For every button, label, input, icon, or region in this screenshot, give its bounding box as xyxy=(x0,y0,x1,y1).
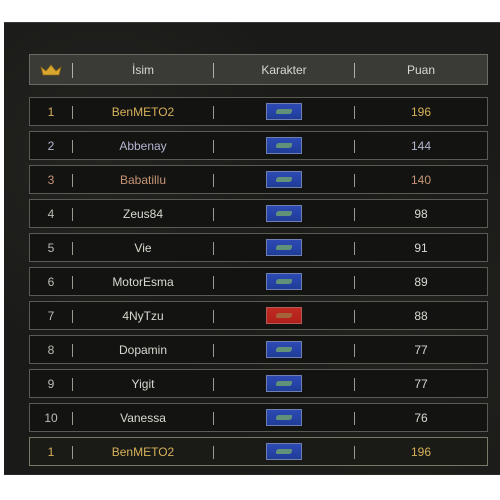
ranking-header: İsim Karakter Puan xyxy=(29,54,488,85)
player-name[interactable]: Vanessa xyxy=(120,411,166,425)
player-name[interactable]: BenMETO2 xyxy=(112,445,174,459)
player-name[interactable]: MotorEsma xyxy=(112,275,173,289)
player-name[interactable]: Vie xyxy=(134,241,151,255)
empire-flag-icon xyxy=(266,205,302,222)
empire-flag-icon xyxy=(266,307,302,324)
rank-number: 1 xyxy=(47,444,55,459)
player-name[interactable]: 4NyTzu xyxy=(122,309,163,323)
column-header-character[interactable]: Karakter xyxy=(214,55,354,84)
empire-flag-icon xyxy=(266,273,302,290)
column-header-name[interactable]: İsim xyxy=(73,55,213,84)
empire-flag-icon xyxy=(266,137,302,154)
ranking-row[interactable]: 2 Abbenay 144 xyxy=(29,131,488,160)
rank-number: 7 xyxy=(47,308,55,323)
rank-number: 6 xyxy=(47,274,55,289)
rank-number: 4 xyxy=(47,206,55,221)
points-value: 89 xyxy=(414,274,428,289)
empire-flag-icon xyxy=(266,409,302,426)
player-name[interactable]: Dopamin xyxy=(119,343,167,357)
player-name[interactable]: BenMETO2 xyxy=(112,105,174,119)
rank-number: 1 xyxy=(47,104,55,119)
rank-number: 3 xyxy=(47,172,55,187)
ranking-row[interactable]: 1 BenMETO2 196 xyxy=(29,97,488,126)
points-value: 91 xyxy=(414,240,428,255)
points-value: 196 xyxy=(410,104,432,119)
empire-flag-icon xyxy=(266,171,302,188)
empire-flag-icon xyxy=(266,443,302,460)
player-name[interactable]: Zeus84 xyxy=(123,207,163,221)
points-value: 98 xyxy=(414,206,428,221)
points-value: 76 xyxy=(414,410,428,425)
rank-number: 5 xyxy=(47,240,55,255)
ranking-row[interactable]: 9 Yigit 77 xyxy=(29,369,488,398)
empire-flag-icon xyxy=(266,341,302,358)
rank-number: 2 xyxy=(47,138,55,153)
player-name[interactable]: Abbenay xyxy=(119,139,166,153)
empire-flag-icon xyxy=(266,103,302,120)
rank-number: 10 xyxy=(44,410,58,425)
ranking-row[interactable]: 8 Dopamin 77 xyxy=(29,335,488,364)
points-value: 144 xyxy=(410,138,432,153)
player-name[interactable]: Babatillu xyxy=(120,173,166,187)
ranking-row[interactable]: 7 4NyTzu 88 xyxy=(29,301,488,330)
own-rank-row[interactable]: 1 BenMETO2 196 xyxy=(29,437,488,466)
player-name[interactable]: Yigit xyxy=(132,377,155,391)
points-value: 88 xyxy=(414,308,428,323)
rank-number: 8 xyxy=(47,342,55,357)
points-value: 77 xyxy=(414,342,428,357)
rank-number: 9 xyxy=(47,376,55,391)
ranking-row[interactable]: 10 Vanessa 76 xyxy=(29,403,488,432)
empire-flag-icon xyxy=(266,239,302,256)
ranking-row[interactable]: 6 MotorEsma 89 xyxy=(29,267,488,296)
empire-flag-icon xyxy=(266,375,302,392)
points-value: 140 xyxy=(410,172,432,187)
ranking-panel: İsim Karakter Puan 1 BenMETO2 196 2 Abbenay 1… xyxy=(4,22,500,475)
column-header-points[interactable]: Puan xyxy=(355,55,487,84)
ranking-row[interactable]: 4 Zeus84 98 xyxy=(29,199,488,228)
points-value: 77 xyxy=(414,376,428,391)
ranking-row[interactable]: 5 Vie 91 xyxy=(29,233,488,262)
points-value: 196 xyxy=(410,444,432,459)
ranking-row[interactable]: 3 Babatillu 140 xyxy=(29,165,488,194)
crown-icon xyxy=(30,55,72,84)
